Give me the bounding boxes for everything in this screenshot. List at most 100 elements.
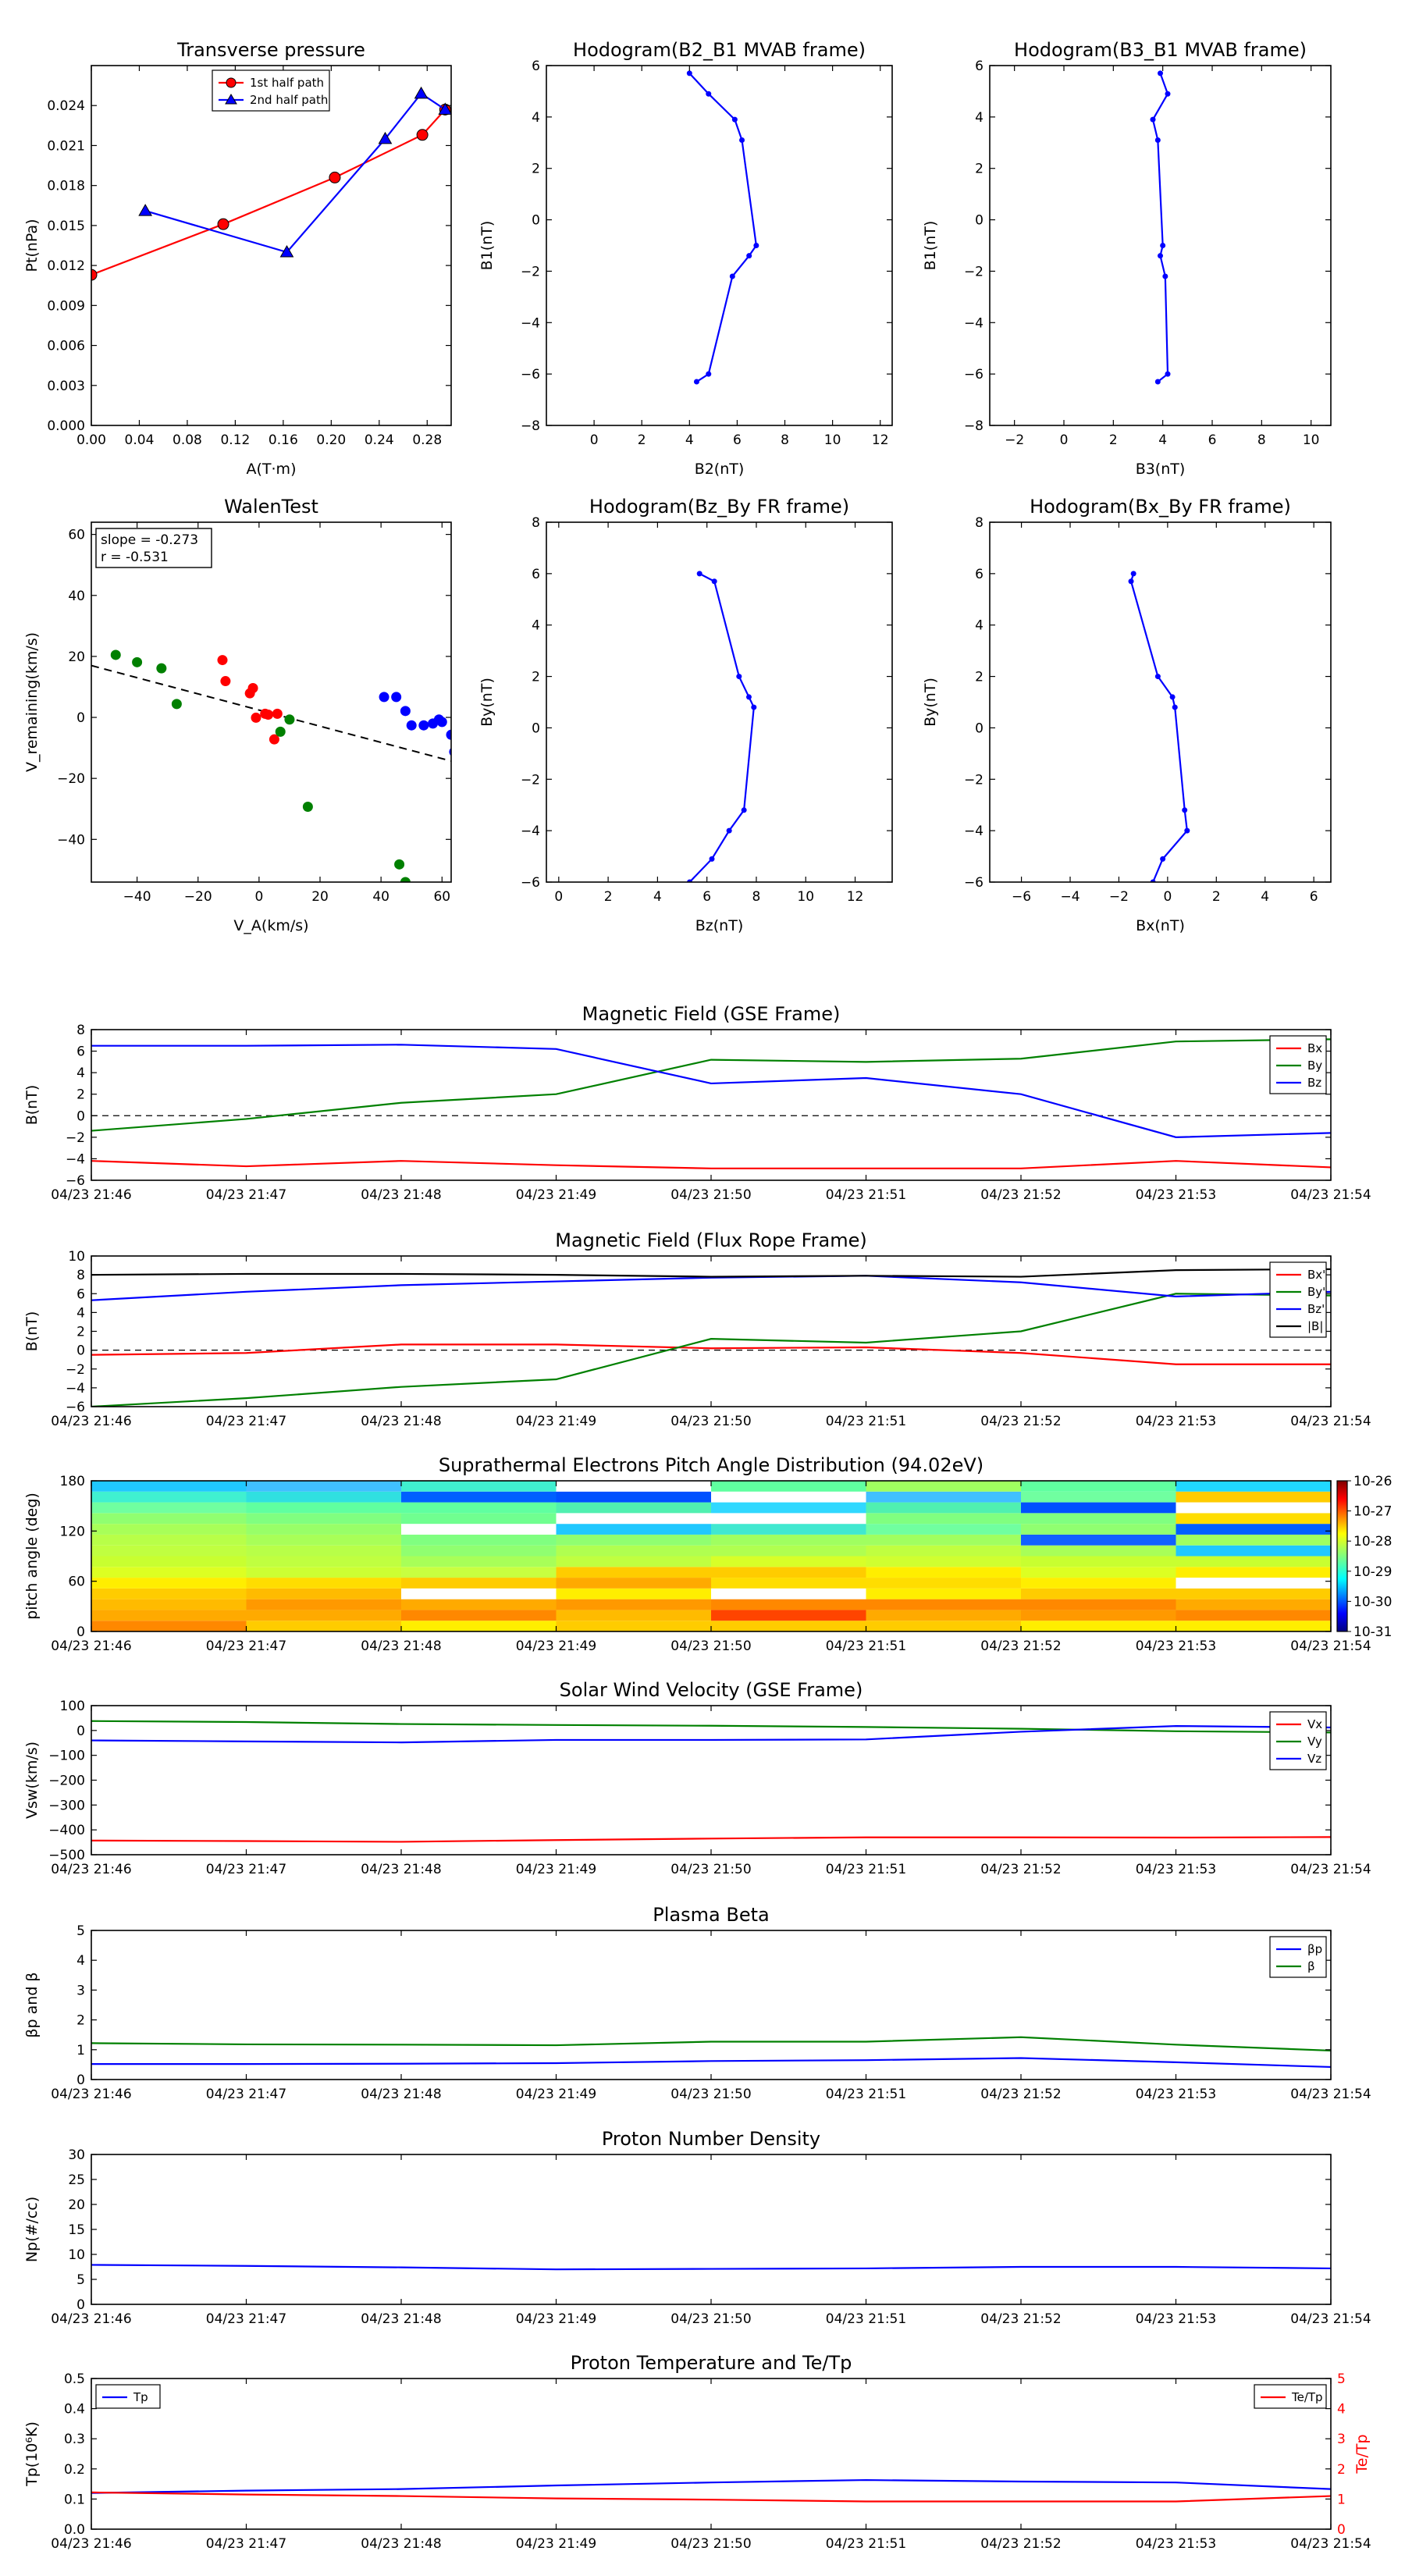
plot-frame xyxy=(91,1029,1332,1181)
y-tick-label: 0 xyxy=(975,720,984,736)
x-tick-label: 0 xyxy=(554,889,563,905)
data-point xyxy=(251,712,261,723)
y-tick-label: 4 xyxy=(975,618,984,634)
y-tick-label: −4 xyxy=(964,824,984,839)
data-point xyxy=(263,710,274,720)
heatmap-cell xyxy=(1021,1481,1176,1492)
heatmap-cell xyxy=(866,1567,1021,1578)
y-tick-label: −500 xyxy=(48,1848,85,1863)
y-tick-label: −8 xyxy=(521,418,540,434)
y-axis-label: B(nT) xyxy=(23,1311,41,1352)
series-line-3 xyxy=(91,1268,1331,1278)
heatmap-cell xyxy=(401,1545,557,1557)
y-axis-label: Tp(10⁶K) xyxy=(23,2421,41,2487)
data-point xyxy=(711,578,717,585)
heatmap-cell xyxy=(91,1621,247,1631)
y-tick-label: 0.015 xyxy=(47,219,85,234)
y-tick-label: 0.3 xyxy=(64,2432,85,2447)
data-point xyxy=(736,674,742,680)
heatmap-cell xyxy=(401,1491,557,1503)
x-tick-label: 04/23 21:52 xyxy=(980,2311,1061,2327)
x-tick-label: 04/23 21:46 xyxy=(51,1862,131,1877)
heatmap-cell xyxy=(556,1621,711,1631)
x-tick-label: 04/23 21:51 xyxy=(826,2087,906,2102)
legend-label: By' xyxy=(1307,1285,1325,1299)
y-tick-label: 0.0 xyxy=(64,2522,85,2538)
series-line-0 xyxy=(91,109,446,276)
y-tick-label: −400 xyxy=(48,1823,85,1838)
legend-label: Tp xyxy=(133,2390,148,2404)
x-tick-label: −4 xyxy=(1060,889,1080,905)
chart-title: Magnetic Field (Flux Rope Frame) xyxy=(555,1229,866,1251)
legend-marker xyxy=(226,77,237,88)
heatmap-cell xyxy=(1021,1610,1176,1621)
y-tick-label: −40 xyxy=(57,832,85,848)
x-tick-label: 04/23 21:50 xyxy=(670,2087,751,2102)
y-tick-label: 0.003 xyxy=(47,379,85,394)
y-tick-label: 4 xyxy=(76,1305,85,1321)
heatmap-cell xyxy=(556,1545,711,1557)
y-tick-label: 30 xyxy=(68,2147,85,2163)
x-tick-label: 04/23 21:49 xyxy=(516,1187,596,1203)
y-tick-label: 4 xyxy=(76,1066,85,1081)
heatmap-cell xyxy=(401,1578,557,1589)
y-tick-label: 0 xyxy=(532,720,540,736)
heatmap-cell xyxy=(711,1567,866,1578)
data-point xyxy=(1154,137,1161,143)
heatmap-cell xyxy=(556,1556,711,1567)
y-tick-label: 2 xyxy=(76,1325,85,1340)
data-point xyxy=(1162,273,1168,279)
legend-label: Bx' xyxy=(1307,1268,1325,1282)
heatmap-cell xyxy=(91,1534,247,1546)
x-tick-label: −2 xyxy=(1109,889,1129,905)
heatmap-cell xyxy=(91,1502,247,1514)
series-line-1 xyxy=(144,92,446,254)
plot-frame xyxy=(91,1255,1332,1407)
y-tick-label: −6 xyxy=(521,875,540,891)
series-line-1 xyxy=(91,2491,1331,2503)
plot-frame xyxy=(546,521,893,883)
data-point xyxy=(138,204,153,216)
data-point xyxy=(1165,371,1171,377)
heatmap-cell xyxy=(401,1599,557,1610)
data-point xyxy=(1172,704,1178,710)
x-tick-label: 04/23 21:54 xyxy=(1290,2311,1371,2327)
data-point xyxy=(1184,827,1190,834)
chart-title: Proton Number Density xyxy=(602,2128,820,2150)
x-tick-label: 04/23 21:50 xyxy=(670,1862,751,1877)
data-point xyxy=(731,116,738,123)
x-tick-label: 6 xyxy=(1208,432,1217,448)
chart-hodo-bzby: Hodogram(Bz_By FR frame) Bz(nT) By(nT) 0 2 4 6… xyxy=(478,496,893,934)
data-point xyxy=(1160,243,1166,248)
chart-title: Proton Temperature and Te/Tp xyxy=(571,2352,852,2374)
data-point xyxy=(1182,807,1188,813)
heatmap-cell xyxy=(91,1481,247,1492)
x-tick-label: 04/23 21:48 xyxy=(361,2311,441,2327)
x-tick-label: 2 xyxy=(604,889,613,905)
x-tick-label: 0.24 xyxy=(365,432,394,448)
y-tick-label: 40 xyxy=(68,589,85,604)
x-tick-label: 04/23 21:53 xyxy=(1136,1414,1216,1429)
y-tick-label: 0.4 xyxy=(64,2402,85,2418)
data-point xyxy=(171,699,182,710)
x-tick-label: 04/23 21:47 xyxy=(206,2536,286,2552)
heatmap-cell xyxy=(1021,1621,1176,1631)
heatmap-cell xyxy=(401,1556,557,1567)
data-point xyxy=(693,379,699,385)
series-line-2 xyxy=(91,1044,1331,1138)
data-point xyxy=(394,859,405,870)
x-tick-label: 04/23 21:46 xyxy=(51,1414,131,1429)
y-tick-label: −100 xyxy=(48,1749,85,1764)
x-tick-label: 04/23 21:52 xyxy=(980,1862,1061,1877)
heatmap-cell xyxy=(866,1481,1021,1492)
chart-title: Solar Wind Velocity (GSE Frame) xyxy=(560,1679,863,1701)
heatmap-cell xyxy=(866,1599,1021,1610)
x-tick-label: 04/23 21:52 xyxy=(980,2536,1061,2552)
series-line-1 xyxy=(91,1038,1331,1132)
heatmap-cell xyxy=(1176,1491,1331,1503)
heatmap-cell xyxy=(401,1524,557,1535)
y-tick-label: 0 xyxy=(76,1724,85,1739)
heatmap-cell xyxy=(1176,1578,1331,1589)
heatmap-cell xyxy=(246,1491,401,1503)
x-tick-label: 10 xyxy=(797,889,814,905)
